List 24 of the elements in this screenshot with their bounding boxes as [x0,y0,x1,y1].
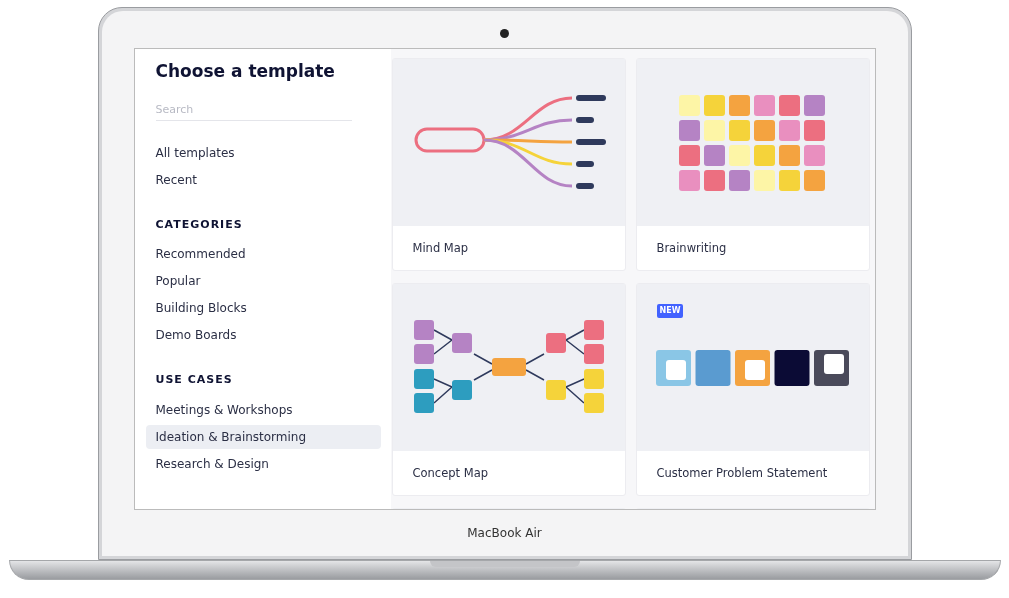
search-field[interactable]: Search [155,98,352,121]
sidebar-item[interactable]: Building Blocks [145,296,381,320]
page-title: Choose a template [155,60,336,83]
camera-icon [500,29,509,38]
template-card[interactable]: NEW Customer Problem Statement [635,283,870,496]
template-title: Customer Problem Statement [656,465,828,482]
template-title: Brainwriting [656,240,727,257]
new-badge: NEW [656,304,684,318]
sidebar-item[interactable]: All templates [145,140,381,165]
section-heading: CATEGORIES [155,216,244,233]
sidebar-item[interactable]: Popular [145,269,381,293]
template-card[interactable]: Mind Map [391,58,626,271]
template-title: Concept Map [412,465,488,482]
sidebar-item[interactable]: Research & Design [145,451,381,476]
sidebar-item[interactable]: Recent [145,167,381,192]
template-card[interactable]: Brainwriting [635,58,870,271]
device-label: MacBook Air [467,525,542,542]
sidebar-item[interactable]: Ideation & Brainstorming [145,424,381,449]
template-title: Mind Map [412,240,469,257]
sidebar-item[interactable]: Recommended [145,242,381,266]
sidebar-item[interactable]: Meetings & Workshops [145,397,381,422]
section-heading: USE CASES [155,372,234,388]
template-card[interactable]: Concept Map [391,283,626,496]
sidebar-item[interactable]: Demo Boards [145,323,381,347]
